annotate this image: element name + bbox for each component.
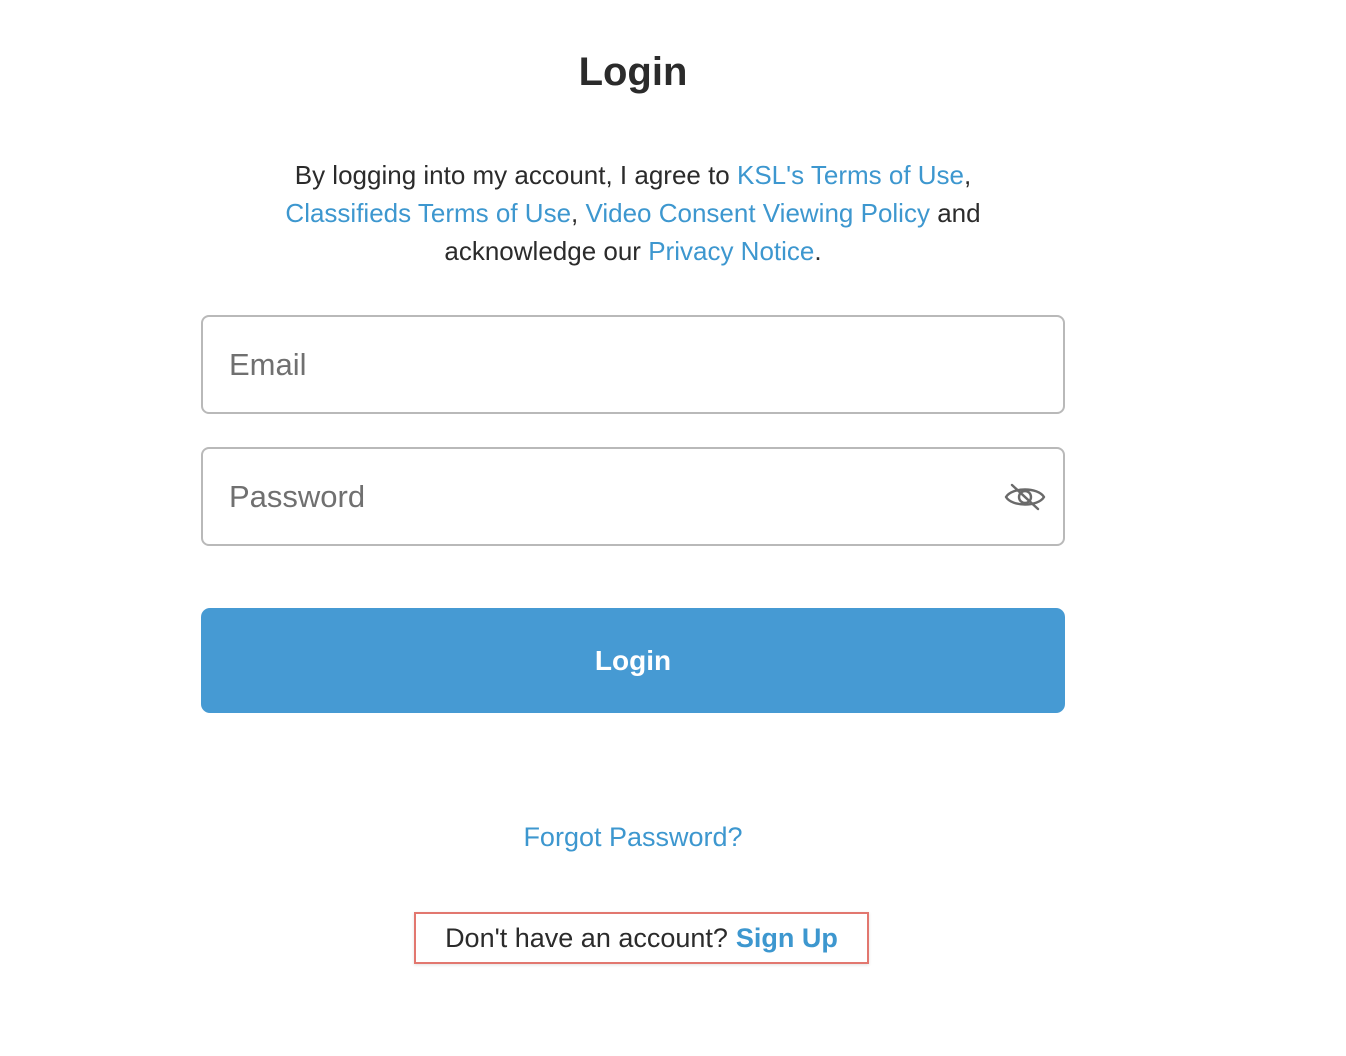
agreement-text-1: By logging into my account, I agree to: [294, 160, 737, 190]
signup-prompt: Don't have an account? Sign Up: [414, 912, 869, 964]
sign-up-link[interactable]: Sign Up: [736, 923, 838, 954]
login-page: Login By logging into my account, I agre…: [0, 0, 1346, 1056]
signup-prompt-text: Don't have an account?: [445, 922, 728, 953]
page-title: Login: [578, 50, 688, 94]
agreement-separator-1: ,: [964, 160, 972, 190]
classifieds-terms-link[interactable]: Classifieds Terms of Use: [285, 198, 571, 228]
password-field-container: [201, 447, 1065, 546]
ksl-terms-link[interactable]: KSL's Terms of Use: [737, 160, 964, 190]
agreement-text-3: .: [814, 236, 822, 266]
privacy-notice-link[interactable]: Privacy Notice: [648, 236, 814, 266]
agreement-separator-2: ,: [571, 198, 586, 228]
eye-slash-icon[interactable]: [1003, 480, 1047, 514]
terms-agreement-text: By logging into my account, I agree to K…: [238, 156, 1028, 270]
login-button[interactable]: Login: [201, 608, 1065, 713]
password-input[interactable]: [203, 449, 1063, 544]
email-input[interactable]: [203, 317, 1063, 412]
forgot-password-link[interactable]: Forgot Password?: [0, 818, 1266, 856]
video-consent-policy-link[interactable]: Video Consent Viewing Policy: [585, 198, 929, 228]
email-field-container: [201, 315, 1065, 414]
